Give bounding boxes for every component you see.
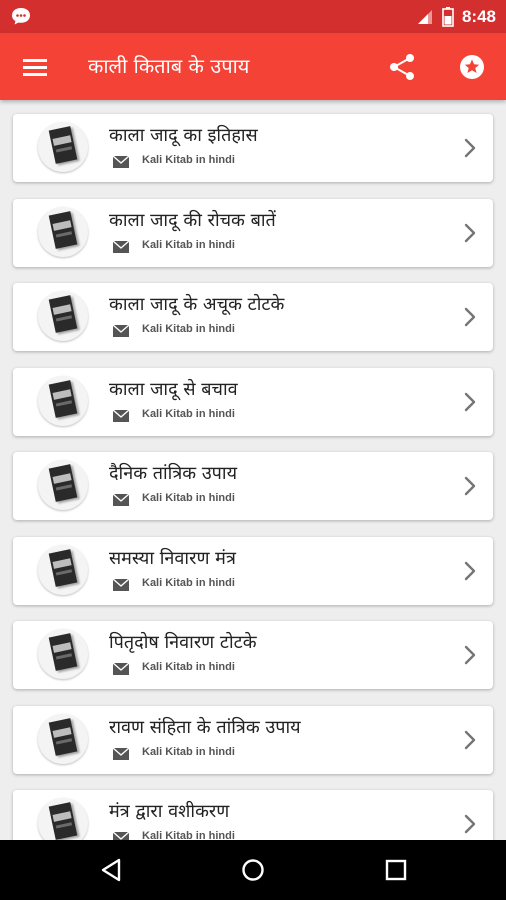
chevron-right-icon xyxy=(464,307,476,327)
menu-icon[interactable] xyxy=(18,50,52,84)
envelope-icon xyxy=(113,663,129,675)
book-thumbnail-icon xyxy=(38,122,88,172)
list-item-title: दैनिक तांत्रिक उपाय xyxy=(109,463,238,484)
recents-icon[interactable] xyxy=(378,852,414,888)
list-item-subtitle: Kali Kitab in hindi xyxy=(142,830,235,840)
battery-icon xyxy=(442,6,454,27)
app-bar: काली किताब के उपाय xyxy=(0,33,506,100)
list-item[interactable]: काला जादू के अचूक टोटके Kali Kitab in hin… xyxy=(13,283,493,351)
list-item-subtitle: Kali Kitab in hindi xyxy=(142,661,235,673)
book-thumbnail-icon xyxy=(38,629,88,679)
book-thumbnail-icon xyxy=(38,798,88,840)
list-item[interactable]: काला जादू से बचाव Kali Kitab in hindi xyxy=(13,367,493,436)
star-badge-icon[interactable] xyxy=(454,49,490,85)
list-item-subtitle: Kali Kitab in hindi xyxy=(142,154,235,166)
chat-bubble-icon xyxy=(12,8,30,25)
chevron-right-icon xyxy=(464,561,476,580)
list-item-title: काला जादू से बचाव xyxy=(109,378,238,400)
share-icon[interactable] xyxy=(384,49,420,85)
home-icon[interactable] xyxy=(235,852,271,888)
book-thumbnail-icon xyxy=(38,206,88,257)
envelope-icon xyxy=(113,494,129,506)
envelope-icon xyxy=(113,747,129,760)
chevron-right-icon xyxy=(464,223,476,242)
chevron-right-icon xyxy=(464,645,476,665)
navigation-bar xyxy=(0,840,506,900)
chevron-right-icon xyxy=(464,138,476,158)
chevron-right-icon xyxy=(464,392,476,411)
list-item[interactable]: दैनिक तांत्रिक उपाय Kali Kitab in hindi xyxy=(13,452,493,520)
list-item[interactable]: काला जादू की रोचक बातें Kali Kitab in hin… xyxy=(13,198,493,267)
book-thumbnail-icon xyxy=(38,713,88,764)
book-thumbnail-icon xyxy=(38,460,88,510)
book-thumbnail-icon xyxy=(38,291,88,341)
list-item[interactable]: काला जादू का इतिहास Kali Kitab in hindi xyxy=(13,114,493,182)
envelope-icon xyxy=(113,409,129,422)
list-item-subtitle: Kali Kitab in hindi xyxy=(142,323,235,335)
list-item-subtitle: Kali Kitab in hindi xyxy=(142,238,235,251)
list-item-title: काला जादू की रोचक बातें xyxy=(109,209,276,231)
envelope-icon xyxy=(113,156,129,168)
status-bar: 8:48 xyxy=(0,0,506,33)
book-thumbnail-icon xyxy=(38,375,88,426)
envelope-icon xyxy=(113,578,129,591)
chevron-right-icon xyxy=(464,476,476,496)
list-item-subtitle: Kali Kitab in hindi xyxy=(142,492,235,504)
list-item-subtitle: Kali Kitab in hindi xyxy=(142,576,235,589)
envelope-icon xyxy=(113,832,129,840)
list-item-subtitle: Kali Kitab in hindi xyxy=(142,407,235,420)
list-item-title: काला जादू के अचूक टोटके xyxy=(109,294,285,315)
chevron-right-icon xyxy=(464,730,476,749)
list-item[interactable]: पितृदोष निवारण टोटके Kali Kitab in hindi xyxy=(13,621,493,689)
list-item[interactable]: समस्या निवारण मंत्र Kali Kitab in hindi xyxy=(13,536,493,605)
envelope-icon xyxy=(113,325,129,337)
list-item-title: समस्या निवारण मंत्र xyxy=(109,547,236,569)
list-item[interactable]: मंत्र द्वारा वशीकरण Kali Kitab in hindi xyxy=(13,790,493,840)
topic-list: काला जादू का इतिहास Kali Kitab in hindi का… xyxy=(0,100,506,840)
list-item[interactable]: रावण संहिता के तांत्रिक उपाय Kali Kitab i… xyxy=(13,705,493,774)
signal-icon xyxy=(417,9,432,24)
list-item-title: रावण संहिता के तांत्रिक उपाय xyxy=(109,716,301,738)
list-item-subtitle: Kali Kitab in hindi xyxy=(142,745,235,758)
chevron-right-icon xyxy=(464,814,476,834)
list-item-title: पितृदोष निवारण टोटके xyxy=(109,632,257,653)
status-time: 8:48 xyxy=(461,6,496,26)
list-item-title: मंत्र द्वारा वशीकरण xyxy=(109,801,230,822)
envelope-icon xyxy=(113,240,129,253)
back-icon[interactable] xyxy=(93,852,129,888)
book-thumbnail-icon xyxy=(38,544,88,595)
app-title: काली किताब के उपाय xyxy=(88,54,250,78)
list-item-title: काला जादू का इतिहास xyxy=(109,125,258,146)
